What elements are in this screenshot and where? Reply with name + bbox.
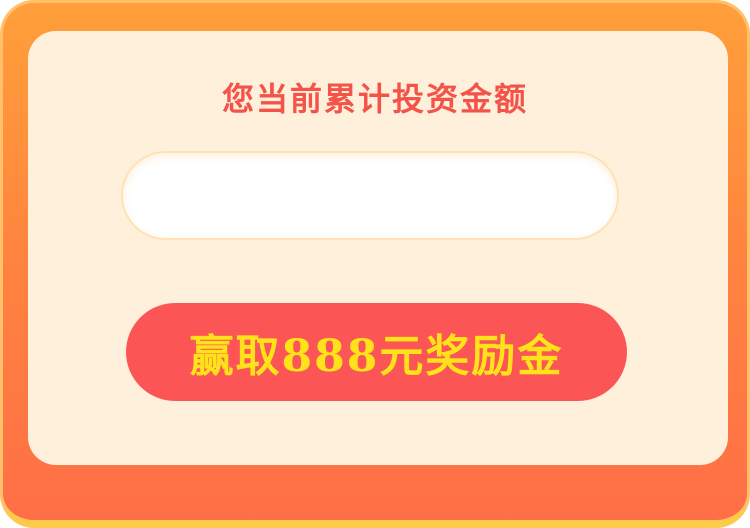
claim-reward-button[interactable]: 赢取888元奖励金 — [126, 303, 627, 401]
claim-reward-label: 赢取888元奖励金 — [189, 331, 564, 382]
investment-amount-title: 您当前累计投资金额 — [221, 80, 528, 118]
investment-amount-input[interactable] — [121, 151, 619, 240]
